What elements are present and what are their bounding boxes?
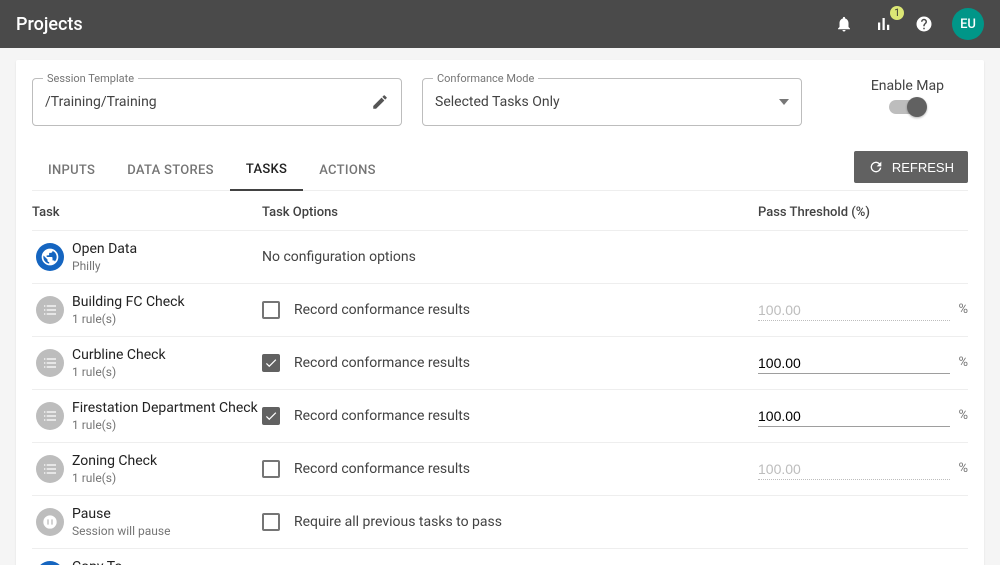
task-subtitle: Philly [72,259,262,273]
refresh-label: REFRESH [892,160,954,175]
task-subtitle: 1 rule(s) [72,365,262,379]
session-template-field[interactable]: Session Template /Training/Training [32,78,402,126]
percent-unit: % [958,355,968,374]
enable-map-label: Enable Map [871,78,944,94]
table-row: Open Data PhillyNo configuration options [32,230,968,283]
task-icon [32,243,68,271]
percent-unit: % [958,461,968,480]
task-icon [32,455,68,483]
task-name: Open Data [72,241,262,257]
task-icon [32,561,68,565]
table-row: Pause Session will pause Require all previ… [32,495,968,548]
refresh-button[interactable]: REFRESH [854,151,968,183]
help-icon[interactable] [912,12,936,36]
record-checkbox[interactable] [262,354,280,372]
option-label: Record conformance results [294,408,470,424]
session-template-label: Session Template [43,72,138,85]
tab-tasks[interactable]: TASKS [230,150,303,191]
task-name: Copy To [72,559,262,565]
task-subtitle: 1 rule(s) [72,418,262,432]
threshold-input [758,458,950,480]
refresh-icon [868,159,884,175]
table-row: Firestation Department Check 1 rule(s) Rec… [32,389,968,442]
tab-inputs[interactable]: INPUTS [32,151,111,190]
task-name: Building FC Check [72,294,262,310]
chevron-down-icon [779,99,789,105]
session-template-value: /Training/Training [45,94,157,110]
task-icon [32,349,68,377]
task-name: Curbline Check [72,347,262,363]
avatar[interactable]: EU [952,8,984,40]
option-label: Record conformance results [294,461,470,477]
task-icon [32,296,68,324]
record-checkbox[interactable] [262,407,280,425]
conformance-mode-select[interactable]: Conformance Mode Selected Tasks Only [422,78,802,126]
chart-icon[interactable]: 1 [872,12,896,36]
task-icon [32,402,68,430]
task-subtitle: Session will pause [72,524,262,538]
table-row: Building FC Check 1 rule(s) Record conform… [32,283,968,336]
task-subtitle: 1 rule(s) [72,471,262,485]
column-header-options: Task Options [262,205,758,220]
table-row: Zoning Check 1 rule(s) Record conformance … [32,442,968,495]
table-row: Curbline Check 1 rule(s) Record conformanc… [32,336,968,389]
option-label: Record conformance results [294,355,470,371]
record-checkbox[interactable] [262,301,280,319]
enable-map-toggle[interactable] [889,100,925,114]
bell-icon[interactable] [832,12,856,36]
conformance-mode-label: Conformance Mode [433,72,538,85]
column-header-threshold: Pass Threshold (%) [758,205,968,220]
task-name: Pause [72,506,262,522]
option-label: Record conformance results [294,302,470,318]
column-header-task: Task [32,205,262,220]
no-config-text: No configuration options [262,249,416,265]
threshold-input[interactable] [758,405,950,427]
record-checkbox[interactable] [262,513,280,531]
task-subtitle: 1 rule(s) [72,312,262,326]
conformance-mode-value: Selected Tasks Only [435,94,560,110]
task-name: Zoning Check [72,453,262,469]
task-icon [32,508,68,536]
pencil-icon[interactable] [371,93,389,111]
badge-count: 1 [890,6,904,20]
threshold-input [758,299,950,321]
option-label: Require all previous tasks to pass [294,514,502,530]
percent-unit: % [958,408,968,427]
tab-actions[interactable]: ACTIONS [303,151,392,190]
page-title: Projects [16,14,83,35]
percent-unit: % [958,302,968,321]
tab-data-stores[interactable]: DATA STORES [111,151,230,190]
table-row: Copy ToPhillyNo configuration options [32,548,968,565]
record-checkbox[interactable] [262,460,280,478]
task-name: Firestation Department Check [72,400,262,416]
threshold-input[interactable] [758,352,950,374]
